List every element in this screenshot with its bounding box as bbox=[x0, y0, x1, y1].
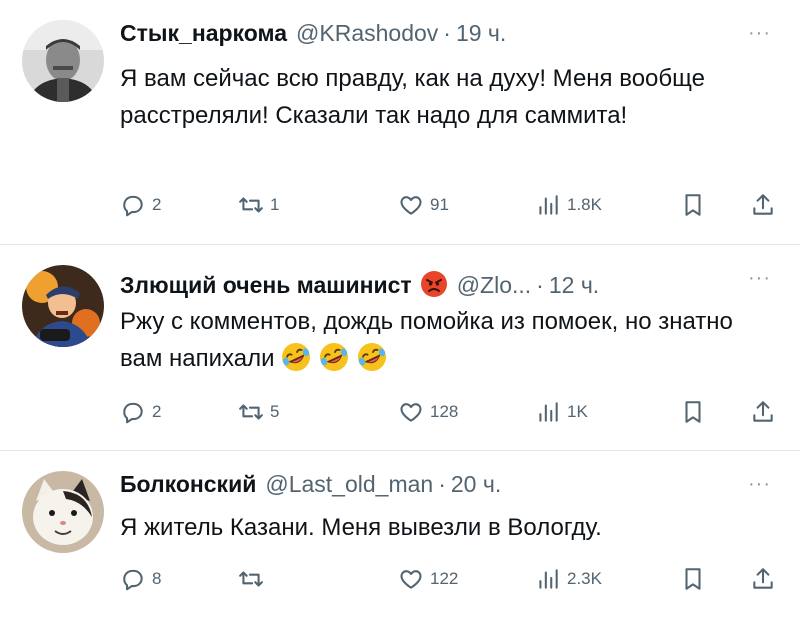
views-count: 2.3K bbox=[567, 569, 602, 588]
share-icon bbox=[753, 194, 773, 215]
share-button[interactable] bbox=[750, 190, 776, 220]
timestamp[interactable]: 19 ч. bbox=[456, 20, 506, 47]
retweet-button[interactable]: 5 bbox=[238, 397, 279, 427]
reply-count: 2 bbox=[152, 402, 162, 421]
timestamp[interactable]: 12 ч. bbox=[549, 272, 599, 299]
bookmark-icon bbox=[685, 401, 701, 423]
rofl-emoji-icon bbox=[281, 343, 310, 372]
author-handle[interactable]: @Last_old_man bbox=[265, 471, 433, 498]
author-name[interactable]: Стык_наркома bbox=[120, 20, 287, 47]
tweet-text: Ржу с комментов, дождь помойка из помоек… bbox=[120, 303, 760, 379]
retweet-count: 1 bbox=[270, 195, 280, 214]
share-icon bbox=[753, 568, 773, 589]
retweet-button[interactable] bbox=[238, 564, 270, 594]
tweet-text-content: Ржу с комментов, дождь помойка из помоек… bbox=[120, 308, 733, 372]
reply-button[interactable]: 8 bbox=[120, 564, 161, 594]
more-icon[interactable]: ··· bbox=[748, 22, 774, 44]
retweet-count: 5 bbox=[270, 402, 280, 421]
tweet[interactable]: Стык_наркома @KRashodov · 19 ч. ··· Я ва… bbox=[0, 0, 800, 244]
reply-icon bbox=[123, 402, 143, 424]
separator-dot: · bbox=[443, 20, 451, 46]
action-bar: 8 122 2.3K bbox=[120, 564, 774, 594]
separator-dot: · bbox=[536, 272, 544, 298]
share-button[interactable] bbox=[750, 397, 776, 427]
author-name[interactable]: Злющий очень машинист bbox=[120, 272, 412, 299]
bookmark-icon bbox=[685, 194, 701, 216]
bookmark-button[interactable] bbox=[680, 397, 706, 427]
tweet-feed: Стык_наркома @KRashodov · 19 ч. ··· Я ва… bbox=[0, 0, 800, 618]
views-count: 1K bbox=[567, 402, 588, 421]
tweet[interactable]: Болконский @Last_old_man · 20 ч. ··· Я ж… bbox=[0, 451, 800, 618]
retweet-icon bbox=[239, 404, 263, 420]
tweet-text: Я житель Казани. Меня вывезли в Вологду. bbox=[120, 514, 602, 541]
reply-icon bbox=[123, 195, 143, 217]
reply-button[interactable]: 2 bbox=[120, 190, 161, 220]
reply-count: 8 bbox=[152, 569, 162, 588]
like-button[interactable]: 128 bbox=[398, 397, 458, 427]
views-button[interactable]: 1K bbox=[535, 397, 588, 427]
emoji-group bbox=[275, 340, 389, 379]
retweet-icon bbox=[239, 197, 263, 213]
rofl-emoji-icon bbox=[357, 343, 386, 372]
bookmark-button[interactable] bbox=[680, 190, 706, 220]
like-button[interactable]: 91 bbox=[398, 190, 449, 220]
timestamp[interactable]: 20 ч. bbox=[451, 471, 501, 498]
separator-dot: · bbox=[438, 471, 446, 497]
rofl-emoji-icon bbox=[319, 343, 348, 372]
tweet[interactable]: Злющий очень машинист @Zlo... · 12 ч. ··… bbox=[0, 245, 800, 450]
reply-count: 2 bbox=[152, 195, 162, 214]
views-count: 1.8K bbox=[567, 195, 602, 214]
views-button[interactable]: 2.3K bbox=[535, 564, 602, 594]
tweet-text: Я вам сейчас всю правду, как на духу! Ме… bbox=[120, 65, 705, 129]
reply-button[interactable]: 2 bbox=[120, 397, 161, 427]
like-count: 91 bbox=[430, 195, 449, 214]
views-icon bbox=[539, 569, 558, 589]
like-icon bbox=[400, 196, 422, 215]
author-handle[interactable]: @KRashodov bbox=[296, 20, 438, 47]
views-icon bbox=[539, 402, 558, 422]
views-button[interactable]: 1.8K bbox=[535, 190, 602, 220]
retweet-icon bbox=[239, 571, 263, 587]
more-icon[interactable]: ··· bbox=[748, 267, 774, 289]
like-icon bbox=[400, 570, 422, 589]
action-bar: 2 1 91 1.8K bbox=[120, 190, 774, 220]
author-handle[interactable]: @Zlo... bbox=[457, 272, 531, 299]
like-count: 128 bbox=[430, 402, 459, 421]
share-button[interactable] bbox=[750, 564, 776, 594]
avatar[interactable] bbox=[22, 20, 104, 102]
angry-face-icon bbox=[420, 270, 448, 298]
author-name[interactable]: Болконский bbox=[120, 471, 256, 498]
like-button[interactable]: 122 bbox=[398, 564, 458, 594]
avatar[interactable] bbox=[22, 471, 104, 553]
avatar[interactable] bbox=[22, 265, 104, 347]
like-icon bbox=[400, 403, 422, 422]
bookmark-button[interactable] bbox=[680, 564, 706, 594]
reply-icon bbox=[123, 569, 143, 591]
bookmark-icon bbox=[685, 568, 701, 590]
views-icon bbox=[539, 195, 558, 215]
like-count: 122 bbox=[430, 569, 459, 588]
share-icon bbox=[753, 401, 773, 422]
action-bar: 2 5 128 1K bbox=[120, 397, 774, 427]
retweet-button[interactable]: 1 bbox=[238, 190, 279, 220]
more-icon[interactable]: ··· bbox=[748, 473, 774, 495]
